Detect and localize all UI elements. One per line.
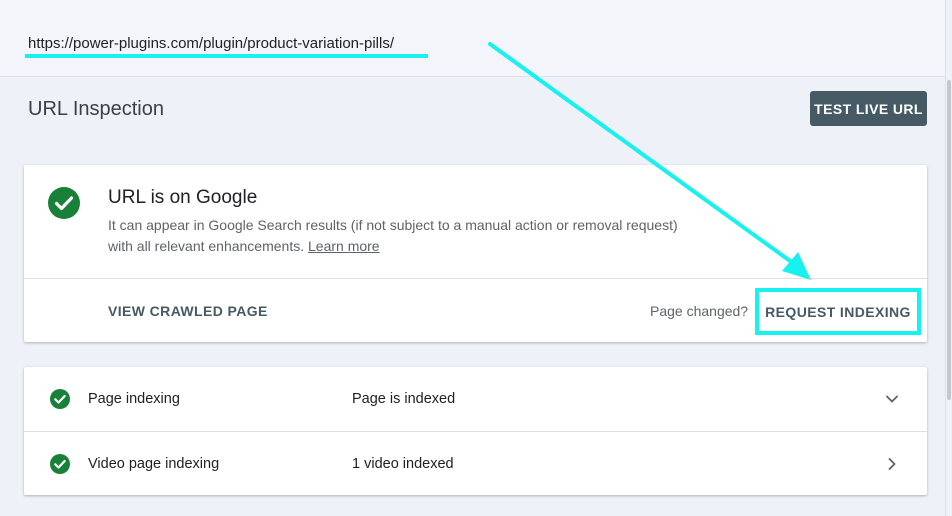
chevron-down-icon[interactable] xyxy=(882,389,902,409)
request-indexing-button[interactable]: REQUEST INDEXING xyxy=(755,288,921,335)
test-live-url-button[interactable]: TEST LIVE URL xyxy=(810,91,927,126)
url-bar: https://power-plugins.com/plugin/product… xyxy=(0,0,946,77)
chevron-right-icon[interactable] xyxy=(882,454,902,474)
detail-value: 1 video indexed xyxy=(352,456,454,472)
status-description-text: It can appear in Google Search results (… xyxy=(108,217,678,254)
check-circle-icon xyxy=(50,454,70,474)
scrollbar-thumb[interactable] xyxy=(947,80,951,400)
scrollbar[interactable] xyxy=(945,0,952,516)
inspected-url[interactable]: https://power-plugins.com/plugin/product… xyxy=(28,35,394,52)
detail-row-video-page-indexing[interactable]: Video page indexing 1 video indexed xyxy=(24,432,927,496)
check-circle-icon xyxy=(50,389,70,409)
status-title: URL is on Google xyxy=(108,187,258,208)
index-status-card: URL is on Google It can appear in Google… xyxy=(24,165,927,342)
url-highlight-underline xyxy=(25,54,428,58)
check-circle-icon xyxy=(48,187,80,219)
detail-label: Video page indexing xyxy=(88,456,220,472)
detail-value: Page is indexed xyxy=(352,391,456,407)
detail-row-page-indexing[interactable]: Page indexing Page is indexed xyxy=(24,367,927,432)
status-description: It can appear in Google Search results (… xyxy=(108,215,698,256)
detail-label: Page indexing xyxy=(88,391,180,407)
page-title: URL Inspection xyxy=(28,98,164,120)
divider xyxy=(24,278,927,279)
learn-more-link[interactable]: Learn more xyxy=(308,238,380,254)
page-changed-text: Page changed? xyxy=(650,303,749,319)
indexing-details-card: Page indexing Page is indexed Video page… xyxy=(24,367,927,495)
view-crawled-page-button[interactable]: VIEW CRAWLED PAGE xyxy=(108,303,268,319)
